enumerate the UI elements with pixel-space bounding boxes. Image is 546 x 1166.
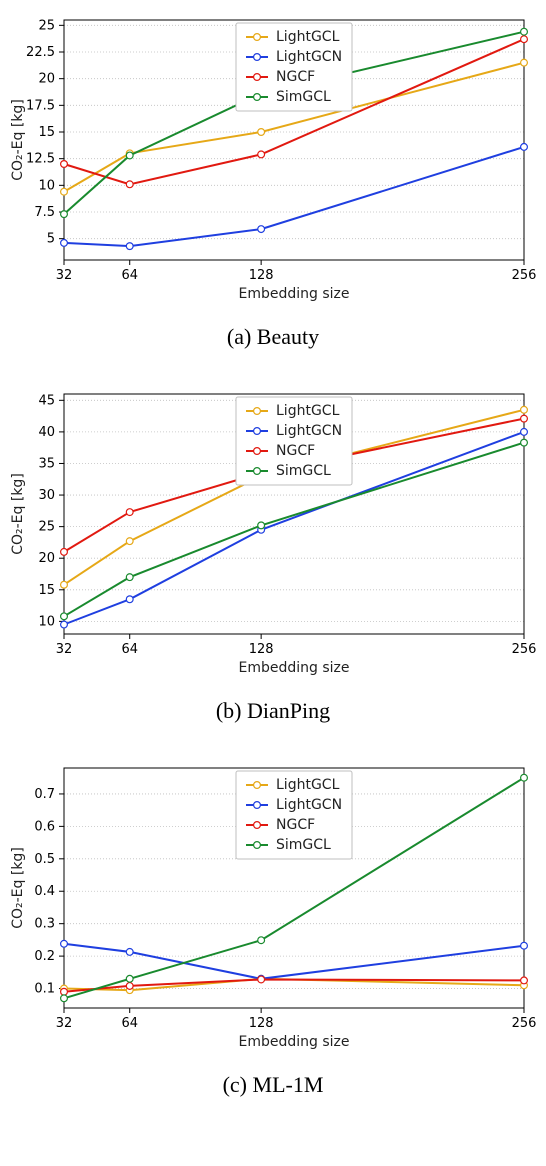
chart-ml1m: 32 64 128 256 0.1 0.2 0.3 0.4 0.5 0.6 0.7 Embedding… [0,748,546,1058]
chart-dianping: 32 64 128 256 10 15 20 25 30 35 40 45 Embedding size… [0,374,546,684]
chart-svg: 32 64 128 256 0.1 0.2 0.3 0.4 0.5 0.6 0.7 Embedding… [4,756,538,1056]
svg-text:256: 256 [512,268,537,283]
svg-text:CO₂-Eq [kg]: CO₂-Eq [kg] [10,473,26,555]
svg-text:Embedding size: Embedding size [238,286,349,302]
svg-text:10: 10 [38,614,55,629]
svg-text:15: 15 [38,125,55,140]
legend: LightGCL LightGCN NGCF SimGCL [236,397,352,485]
caption-ml1m: (c) ML-1M [0,1058,546,1122]
svg-text:0.4: 0.4 [34,884,55,899]
svg-text:SimGCL: SimGCL [276,89,331,105]
svg-text:25: 25 [38,520,55,535]
svg-text:SimGCL: SimGCL [276,463,331,479]
svg-text:64: 64 [121,1016,138,1031]
svg-text:LightGCL: LightGCL [276,403,340,419]
svg-text:20: 20 [38,551,55,566]
svg-text:256: 256 [512,1016,537,1031]
svg-text:CO₂-Eq [kg]: CO₂-Eq [kg] [10,847,26,929]
svg-text:64: 64 [121,642,138,657]
legend: LightGCL LightGCN NGCF SimGCL [236,23,352,111]
svg-text:NGCF: NGCF [276,69,315,85]
svg-text:25: 25 [38,18,55,33]
svg-text:Embedding size: Embedding size [238,660,349,676]
svg-text:32: 32 [56,642,73,657]
chart-beauty: 32 64 128 256 5 7.5 10 12.5 15 17.5 20 22.5 25 Embedd… [0,0,546,310]
svg-text:256: 256 [512,642,537,657]
chart-svg: 32 64 128 256 10 15 20 25 30 35 40 45 Embedding size… [4,382,538,682]
svg-text:0.6: 0.6 [34,819,55,834]
svg-text:CO₂-Eq [kg]: CO₂-Eq [kg] [10,99,26,181]
svg-text:32: 32 [56,1016,73,1031]
svg-text:0.3: 0.3 [34,917,55,932]
svg-text:64: 64 [121,268,138,283]
svg-text:40: 40 [38,425,55,440]
chart-svg: 32 64 128 256 5 7.5 10 12.5 15 17.5 20 22.5 25 Embedd… [4,8,538,308]
svg-text:35: 35 [38,456,55,471]
svg-text:128: 128 [249,268,274,283]
panel-beauty: 32 64 128 256 5 7.5 10 12.5 15 17.5 20 22.5 25 Embedd… [0,0,546,374]
legend: LightGCL LightGCN NGCF SimGCL [236,771,352,859]
panel-ml1m: 32 64 128 256 0.1 0.2 0.3 0.4 0.5 0.6 0.7 Embedding… [0,748,546,1122]
svg-text:LightGCN: LightGCN [276,423,342,439]
svg-text:NGCF: NGCF [276,443,315,459]
svg-text:5: 5 [47,232,55,247]
svg-text:17.5: 17.5 [26,98,55,113]
caption-dianping: (b) DianPing [0,684,546,748]
svg-text:0.7: 0.7 [34,787,55,802]
svg-text:128: 128 [249,1016,274,1031]
svg-text:LightGCN: LightGCN [276,49,342,65]
svg-text:15: 15 [38,583,55,598]
svg-text:10: 10 [38,178,55,193]
svg-text:SimGCL: SimGCL [276,837,331,853]
svg-text:LightGCL: LightGCL [276,777,340,793]
svg-text:30: 30 [38,488,55,503]
svg-text:NGCF: NGCF [276,817,315,833]
caption-beauty: (a) Beauty [0,310,546,374]
svg-text:22.5: 22.5 [26,45,55,60]
svg-text:12.5: 12.5 [26,152,55,167]
svg-text:Embedding size: Embedding size [238,1034,349,1050]
svg-text:0.2: 0.2 [34,949,55,964]
svg-text:LightGCL: LightGCL [276,29,340,45]
svg-text:LightGCN: LightGCN [276,797,342,813]
svg-text:20: 20 [38,72,55,87]
svg-text:0.1: 0.1 [34,982,55,997]
svg-text:45: 45 [38,393,55,408]
svg-text:128: 128 [249,642,274,657]
svg-text:0.5: 0.5 [34,852,55,867]
svg-text:32: 32 [56,268,73,283]
panel-dianping: 32 64 128 256 10 15 20 25 30 35 40 45 Embedding size… [0,374,546,748]
svg-text:7.5: 7.5 [34,205,55,220]
